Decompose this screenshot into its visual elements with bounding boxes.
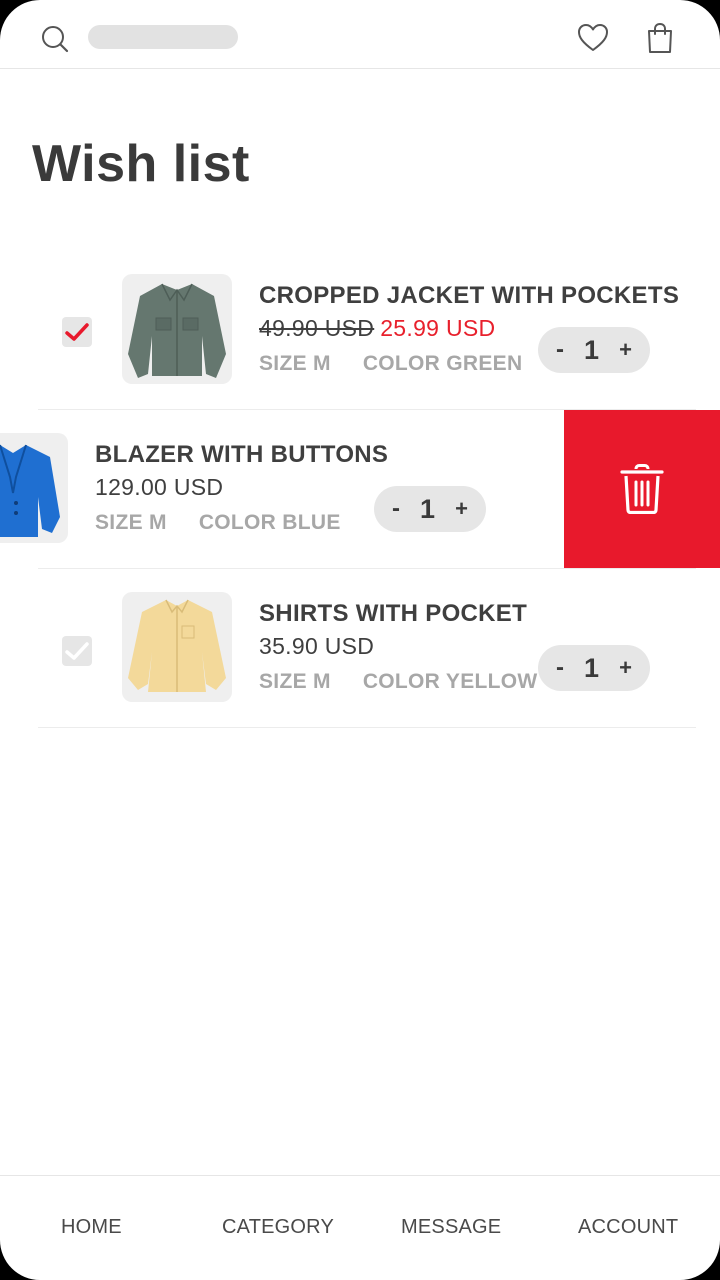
checkmark-icon bbox=[65, 642, 89, 660]
bottom-navigation: HOME CATEGORY MESSAGE ACCOUNT bbox=[0, 1175, 720, 1280]
original-price: 49.90 USD bbox=[259, 315, 375, 341]
increase-button[interactable]: + bbox=[455, 496, 468, 522]
product-image[interactable] bbox=[122, 592, 232, 702]
phone-screen: Wish list CROPPED JACKET WITH POCKETS 49… bbox=[0, 0, 720, 1280]
jacket-image-icon bbox=[128, 283, 226, 378]
product-size: SIZE M bbox=[259, 670, 331, 693]
increase-button[interactable]: + bbox=[619, 655, 632, 681]
item-checkbox[interactable] bbox=[62, 636, 92, 666]
product-attributes: SIZE M COLOR GREEN bbox=[259, 352, 522, 376]
product-image[interactable] bbox=[0, 433, 68, 543]
nav-account[interactable]: ACCOUNT bbox=[578, 1216, 678, 1239]
quantity-value: 1 bbox=[420, 493, 436, 524]
shopping-bag-icon[interactable] bbox=[645, 22, 675, 54]
item-checkbox[interactable] bbox=[62, 317, 92, 347]
nav-home[interactable]: HOME bbox=[61, 1216, 122, 1239]
trash-icon bbox=[620, 464, 664, 514]
delete-button[interactable] bbox=[564, 410, 720, 568]
product-name: BLAZER WITH BUTTONS bbox=[95, 441, 389, 468]
wishlist-item: CROPPED JACKET WITH POCKETS 49.90 USD 25.… bbox=[0, 251, 720, 410]
nav-category[interactable]: CATEGORY bbox=[222, 1216, 334, 1239]
product-name: CROPPED JACKET WITH POCKETS bbox=[259, 282, 680, 309]
sale-price: 25.99 USD bbox=[380, 315, 496, 341]
product-attributes: SIZE M COLOR BLUE bbox=[95, 511, 341, 535]
decrease-button[interactable]: - bbox=[556, 336, 564, 364]
product-size: SIZE M bbox=[95, 511, 167, 534]
quantity-stepper: - 1 + bbox=[538, 327, 650, 373]
product-attributes: SIZE M COLOR YELLOW bbox=[259, 670, 538, 694]
product-color: COLOR BLUE bbox=[198, 511, 341, 534]
search-input[interactable] bbox=[88, 25, 238, 49]
decrease-button[interactable]: - bbox=[392, 495, 400, 523]
checkmark-icon bbox=[65, 323, 89, 341]
product-size: SIZE M bbox=[259, 352, 331, 375]
decrease-button[interactable]: - bbox=[556, 654, 564, 682]
quantity-value: 1 bbox=[584, 652, 600, 683]
product-color: COLOR GREEN bbox=[362, 352, 523, 375]
heart-icon[interactable] bbox=[577, 23, 609, 53]
quantity-value: 1 bbox=[584, 334, 600, 365]
top-bar bbox=[0, 0, 720, 69]
increase-button[interactable]: + bbox=[619, 337, 632, 363]
nav-message[interactable]: MESSAGE bbox=[401, 1216, 501, 1239]
product-price: 129.00 USD bbox=[95, 474, 224, 500]
search-icon[interactable] bbox=[40, 24, 70, 54]
divider bbox=[38, 727, 696, 728]
wishlist-item: SHIRTS WITH POCKET 35.90 USD SIZE M COLOR… bbox=[0, 569, 720, 728]
quantity-stepper: - 1 + bbox=[374, 486, 486, 532]
product-color: COLOR YELLOW bbox=[362, 670, 538, 693]
page-title: Wish list bbox=[32, 135, 250, 193]
blazer-image-icon bbox=[0, 444, 60, 537]
product-name: SHIRTS WITH POCKET bbox=[259, 600, 528, 627]
product-price: 49.90 USD 25.99 USD bbox=[259, 315, 495, 342]
shirt-image-icon bbox=[128, 599, 226, 692]
product-image[interactable] bbox=[122, 274, 232, 384]
product-price: 35.90 USD bbox=[259, 633, 375, 659]
quantity-stepper: - 1 + bbox=[538, 645, 650, 691]
